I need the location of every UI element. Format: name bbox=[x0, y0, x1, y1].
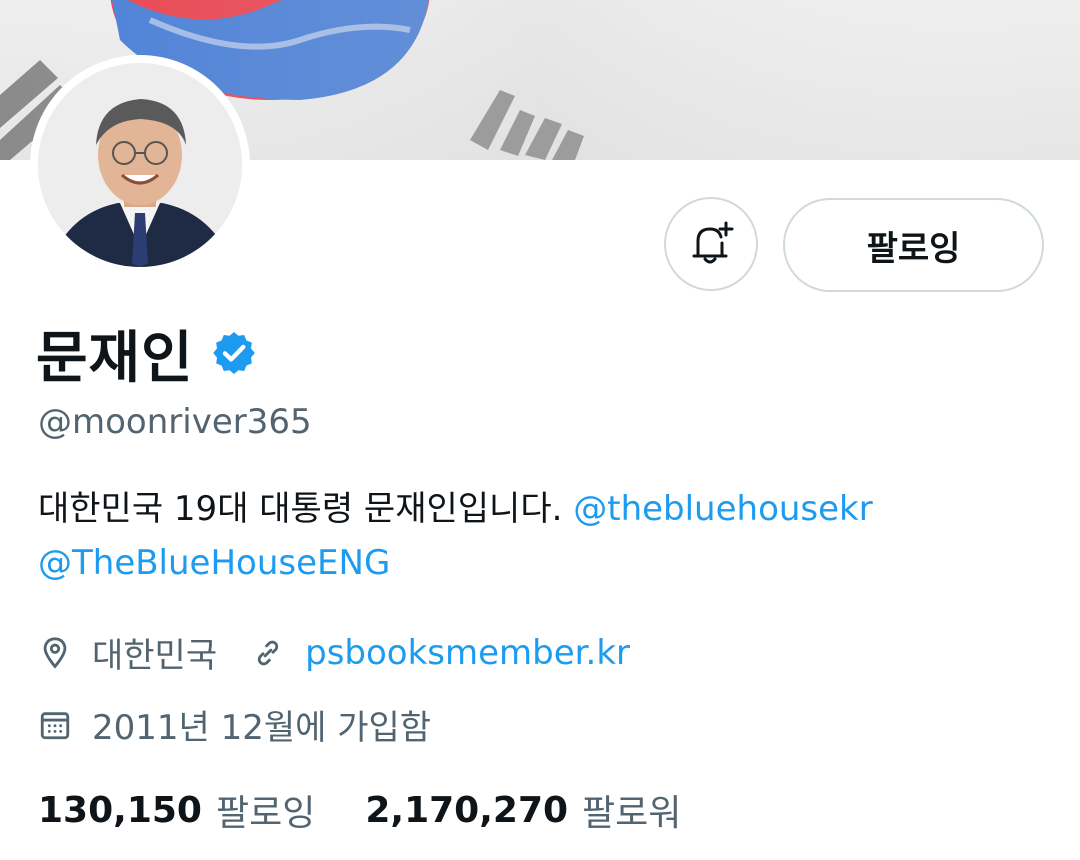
following-count: 130,150 bbox=[38, 789, 202, 831]
verified-badge-icon[interactable] bbox=[210, 329, 258, 377]
followers-count: 2,170,270 bbox=[365, 789, 569, 831]
profile-avatar[interactable] bbox=[30, 55, 250, 275]
location-text: 대한민국 bbox=[92, 636, 218, 676]
website-link[interactable]: psbooksmember.kr bbox=[305, 633, 630, 673]
joined-text: 2011년 12월에 가입함 bbox=[92, 708, 432, 748]
bell-plus-icon bbox=[692, 221, 734, 264]
follow-stats: 130,150 팔로잉 2,170,270 팔로워 bbox=[38, 784, 681, 836]
calendar-icon bbox=[40, 711, 70, 739]
followers-label: 팔로워 bbox=[582, 793, 682, 834]
display-name: 문재인 bbox=[36, 325, 194, 391]
location-pin-icon bbox=[43, 636, 67, 669]
profile-name-row: 문재인 bbox=[36, 318, 258, 391]
link-icon bbox=[257, 640, 279, 665]
following-label: 팔로잉 bbox=[215, 793, 316, 834]
following-stat[interactable]: 130,150 팔로잉 bbox=[38, 784, 315, 836]
following-button[interactable]: 팔로잉 bbox=[783, 198, 1044, 292]
bio-text: 대한민국 19대 대통령 문재인입니다. bbox=[38, 489, 563, 529]
notifications-button[interactable] bbox=[664, 197, 758, 291]
mention-link-thebluehousekr[interactable]: @thebluehousekr bbox=[573, 489, 873, 529]
username-handle: @moonriver365 bbox=[38, 402, 312, 442]
followers-stat[interactable]: 2,170,270 팔로워 bbox=[365, 784, 681, 836]
mention-link-thebluehouseeng[interactable]: @TheBlueHouseENG bbox=[38, 543, 390, 583]
profile-meta-row: 대한민국 psbooksmember.kr bbox=[38, 628, 630, 677]
avatar-photo bbox=[38, 63, 242, 267]
profile-bio: 대한민국 19대 대통령 문재인입니다. @thebluehousekr @Th… bbox=[38, 482, 1048, 590]
joined-row: 2011년 12월에 가입함 bbox=[38, 700, 431, 749]
